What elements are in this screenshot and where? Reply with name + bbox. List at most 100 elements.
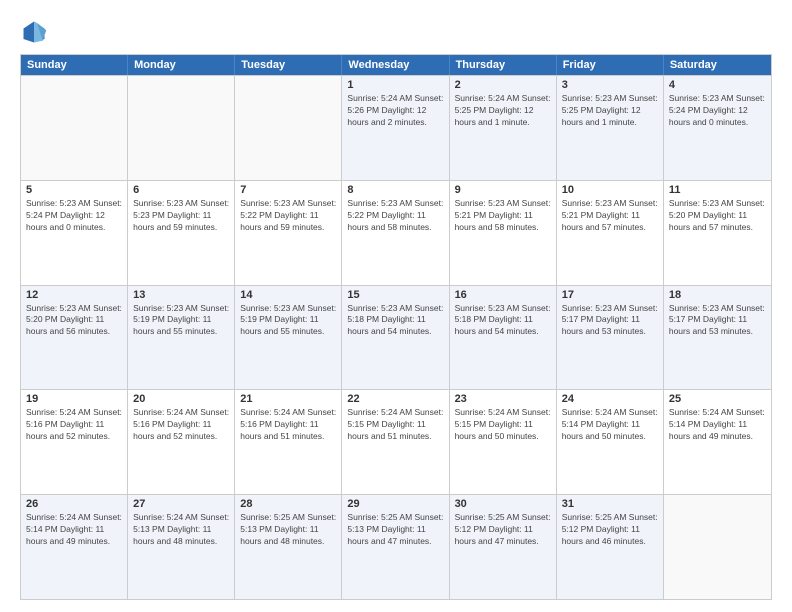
day-info: Sunrise: 5:24 AM Sunset: 5:14 PM Dayligh… bbox=[669, 407, 766, 443]
day-cell-11: 11Sunrise: 5:23 AM Sunset: 5:20 PM Dayli… bbox=[664, 181, 771, 285]
day-header-friday: Friday bbox=[557, 55, 664, 75]
day-number: 21 bbox=[240, 393, 336, 405]
day-info: Sunrise: 5:23 AM Sunset: 5:21 PM Dayligh… bbox=[455, 198, 551, 234]
day-info: Sunrise: 5:23 AM Sunset: 5:21 PM Dayligh… bbox=[562, 198, 658, 234]
day-number: 13 bbox=[133, 289, 229, 301]
day-cell-6: 6Sunrise: 5:23 AM Sunset: 5:23 PM Daylig… bbox=[128, 181, 235, 285]
day-cell-30: 30 Sunrise: 5:25 AM Sunset: 5:12 PM Dayli… bbox=[450, 495, 557, 599]
day-info: Sunrise: 5:24 AM Sunset: 5:13 PM Dayligh… bbox=[133, 512, 229, 548]
day-cell-1: 1 Sunrise: 5:24 AM Sunset: 5:26 PM Daylig… bbox=[342, 76, 449, 180]
day-number: 16 bbox=[455, 289, 551, 301]
day-number: 7 bbox=[240, 184, 336, 196]
day-cell-empty-00 bbox=[21, 76, 128, 180]
day-number: 5 bbox=[26, 184, 122, 196]
day-number: 6 bbox=[133, 184, 229, 196]
day-info: Sunrise: 5:24 AM Sunset: 5:15 PM Dayligh… bbox=[347, 407, 443, 443]
day-header-thursday: Thursday bbox=[450, 55, 557, 75]
day-number: 17 bbox=[562, 289, 658, 301]
day-cell-17: 17 Sunrise: 5:23 AM Sunset: 5:17 PM Dayli… bbox=[557, 286, 664, 390]
day-number: 2 bbox=[455, 79, 551, 91]
day-info: Sunrise: 5:25 AM Sunset: 5:12 PM Dayligh… bbox=[562, 512, 658, 548]
calendar-body: 1 Sunrise: 5:24 AM Sunset: 5:26 PM Daylig… bbox=[21, 75, 771, 599]
day-cell-2: 2 Sunrise: 5:24 AM Sunset: 5:25 PM Daylig… bbox=[450, 76, 557, 180]
day-cell-28: 28 Sunrise: 5:25 AM Sunset: 5:13 PM Dayli… bbox=[235, 495, 342, 599]
day-cell-24: 24Sunrise: 5:24 AM Sunset: 5:14 PM Dayli… bbox=[557, 390, 664, 494]
day-number: 18 bbox=[669, 289, 766, 301]
day-info: Sunrise: 5:23 AM Sunset: 5:18 PM Dayligh… bbox=[455, 303, 551, 339]
day-number: 26 bbox=[26, 498, 122, 510]
day-cell-21: 21Sunrise: 5:24 AM Sunset: 5:16 PM Dayli… bbox=[235, 390, 342, 494]
day-cell-18: 18 Sunrise: 5:23 AM Sunset: 5:17 PM Dayli… bbox=[664, 286, 771, 390]
day-number: 29 bbox=[347, 498, 443, 510]
day-cell-8: 8 Sunrise: 5:23 AM Sunset: 5:22 PM Daylig… bbox=[342, 181, 449, 285]
day-info: Sunrise: 5:24 AM Sunset: 5:15 PM Dayligh… bbox=[455, 407, 551, 443]
day-cell-29: 29 Sunrise: 5:25 AM Sunset: 5:13 PM Dayli… bbox=[342, 495, 449, 599]
day-info: Sunrise: 5:23 AM Sunset: 5:17 PM Dayligh… bbox=[669, 303, 766, 339]
day-number: 14 bbox=[240, 289, 336, 301]
day-cell-10: 10 Sunrise: 5:23 AM Sunset: 5:21 PM Dayli… bbox=[557, 181, 664, 285]
day-number: 8 bbox=[347, 184, 443, 196]
day-cell-12: 12 Sunrise: 5:23 AM Sunset: 5:20 PM Dayli… bbox=[21, 286, 128, 390]
day-number: 11 bbox=[669, 184, 766, 196]
day-headers-row: SundayMondayTuesdayWednesdayThursdayFrid… bbox=[21, 55, 771, 75]
day-info: Sunrise: 5:23 AM Sunset: 5:19 PM Dayligh… bbox=[133, 303, 229, 339]
day-cell-9: 9Sunrise: 5:23 AM Sunset: 5:21 PM Daylig… bbox=[450, 181, 557, 285]
day-number: 12 bbox=[26, 289, 122, 301]
day-info: Sunrise: 5:23 AM Sunset: 5:25 PM Dayligh… bbox=[562, 93, 658, 129]
day-number: 22 bbox=[347, 393, 443, 405]
day-info: Sunrise: 5:23 AM Sunset: 5:17 PM Dayligh… bbox=[562, 303, 658, 339]
day-header-monday: Monday bbox=[128, 55, 235, 75]
day-number: 3 bbox=[562, 79, 658, 91]
logo-icon bbox=[20, 18, 48, 46]
day-header-tuesday: Tuesday bbox=[235, 55, 342, 75]
day-info: Sunrise: 5:24 AM Sunset: 5:16 PM Dayligh… bbox=[133, 407, 229, 443]
day-number: 1 bbox=[347, 79, 443, 91]
page: SundayMondayTuesdayWednesdayThursdayFrid… bbox=[0, 0, 792, 612]
day-info: Sunrise: 5:24 AM Sunset: 5:14 PM Dayligh… bbox=[26, 512, 122, 548]
week-row-3: 19 Sunrise: 5:24 AM Sunset: 5:16 PM Dayli… bbox=[21, 389, 771, 494]
day-info: Sunrise: 5:23 AM Sunset: 5:22 PM Dayligh… bbox=[240, 198, 336, 234]
day-info: Sunrise: 5:24 AM Sunset: 5:14 PM Dayligh… bbox=[562, 407, 658, 443]
day-cell-empty-02 bbox=[235, 76, 342, 180]
day-info: Sunrise: 5:23 AM Sunset: 5:24 PM Dayligh… bbox=[26, 198, 122, 234]
day-cell-3: 3 Sunrise: 5:23 AM Sunset: 5:25 PM Daylig… bbox=[557, 76, 664, 180]
day-info: Sunrise: 5:23 AM Sunset: 5:19 PM Dayligh… bbox=[240, 303, 336, 339]
day-number: 27 bbox=[133, 498, 229, 510]
day-info: Sunrise: 5:25 AM Sunset: 5:12 PM Dayligh… bbox=[455, 512, 551, 548]
day-cell-31: 31 Sunrise: 5:25 AM Sunset: 5:12 PM Dayli… bbox=[557, 495, 664, 599]
day-number: 30 bbox=[455, 498, 551, 510]
day-number: 10 bbox=[562, 184, 658, 196]
calendar: SundayMondayTuesdayWednesdayThursdayFrid… bbox=[20, 54, 772, 600]
day-cell-4: 4 Sunrise: 5:23 AM Sunset: 5:24 PM Daylig… bbox=[664, 76, 771, 180]
logo bbox=[20, 18, 52, 46]
day-info: Sunrise: 5:23 AM Sunset: 5:24 PM Dayligh… bbox=[669, 93, 766, 129]
day-cell-7: 7 Sunrise: 5:23 AM Sunset: 5:22 PM Daylig… bbox=[235, 181, 342, 285]
day-cell-20: 20 Sunrise: 5:24 AM Sunset: 5:16 PM Dayli… bbox=[128, 390, 235, 494]
day-number: 31 bbox=[562, 498, 658, 510]
day-number: 20 bbox=[133, 393, 229, 405]
day-cell-26: 26 Sunrise: 5:24 AM Sunset: 5:14 PM Dayli… bbox=[21, 495, 128, 599]
day-info: Sunrise: 5:23 AM Sunset: 5:22 PM Dayligh… bbox=[347, 198, 443, 234]
day-cell-19: 19 Sunrise: 5:24 AM Sunset: 5:16 PM Dayli… bbox=[21, 390, 128, 494]
day-cell-14: 14 Sunrise: 5:23 AM Sunset: 5:19 PM Dayli… bbox=[235, 286, 342, 390]
day-info: Sunrise: 5:25 AM Sunset: 5:13 PM Dayligh… bbox=[240, 512, 336, 548]
day-info: Sunrise: 5:23 AM Sunset: 5:20 PM Dayligh… bbox=[26, 303, 122, 339]
day-info: Sunrise: 5:24 AM Sunset: 5:25 PM Dayligh… bbox=[455, 93, 551, 129]
day-number: 15 bbox=[347, 289, 443, 301]
day-number: 4 bbox=[669, 79, 766, 91]
day-cell-22: 22 Sunrise: 5:24 AM Sunset: 5:15 PM Dayli… bbox=[342, 390, 449, 494]
day-number: 19 bbox=[26, 393, 122, 405]
day-info: Sunrise: 5:25 AM Sunset: 5:13 PM Dayligh… bbox=[347, 512, 443, 548]
day-cell-25: 25Sunrise: 5:24 AM Sunset: 5:14 PM Dayli… bbox=[664, 390, 771, 494]
day-info: Sunrise: 5:23 AM Sunset: 5:18 PM Dayligh… bbox=[347, 303, 443, 339]
day-info: Sunrise: 5:24 AM Sunset: 5:26 PM Dayligh… bbox=[347, 93, 443, 129]
day-cell-16: 16 Sunrise: 5:23 AM Sunset: 5:18 PM Dayli… bbox=[450, 286, 557, 390]
day-cell-5: 5 Sunrise: 5:23 AM Sunset: 5:24 PM Daylig… bbox=[21, 181, 128, 285]
day-info: Sunrise: 5:24 AM Sunset: 5:16 PM Dayligh… bbox=[26, 407, 122, 443]
day-cell-13: 13 Sunrise: 5:23 AM Sunset: 5:19 PM Dayli… bbox=[128, 286, 235, 390]
week-row-2: 12 Sunrise: 5:23 AM Sunset: 5:20 PM Dayli… bbox=[21, 285, 771, 390]
week-row-1: 5 Sunrise: 5:23 AM Sunset: 5:24 PM Daylig… bbox=[21, 180, 771, 285]
day-cell-27: 27 Sunrise: 5:24 AM Sunset: 5:13 PM Dayli… bbox=[128, 495, 235, 599]
day-number: 23 bbox=[455, 393, 551, 405]
day-number: 28 bbox=[240, 498, 336, 510]
